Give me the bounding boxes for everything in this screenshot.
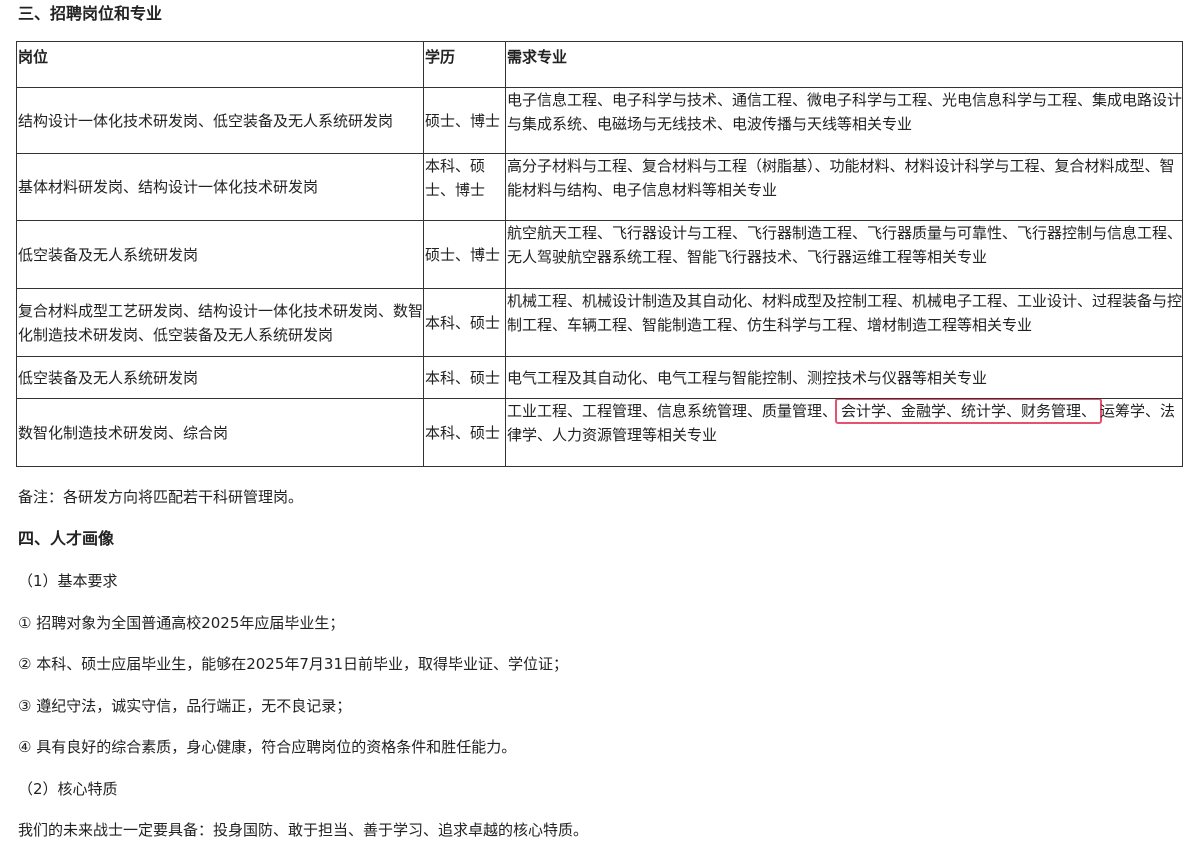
- table-row: 低空装备及无人系统研发岗 硕士、博士 航空航天工程、飞行器设计与工程、飞行器制造…: [16, 220, 1183, 289]
- table-row: 低空装备及无人系统研发岗 本科、硕士 电气工程及其自动化、电气工程与智能控制、测…: [16, 356, 1183, 399]
- cell-majors: 电子信息工程、电子科学与技术、通信工程、微电子科学与工程、光电信息科学与工程、集…: [505, 87, 1183, 154]
- cell-position: 复合材料成型工艺研发岗、结构设计一体化技术研发岗、数智化制造技术研发岗、低空装备…: [16, 288, 424, 357]
- cell-position: 数智化制造技术研发岗、综合岗: [16, 398, 424, 467]
- cell-majors: 高分子材料与工程、复合材料与工程（树脂基）、功能材料、材料设计科学与工程、复合材…: [505, 153, 1183, 221]
- cell-position: 基体材料研发岗、结构设计一体化技术研发岗: [16, 153, 424, 221]
- cell-majors: 电气工程及其自动化、电气工程与智能控制、测控技术与仪器等相关专业: [505, 356, 1183, 399]
- majors-text: 工业工程、工程管理、信息系统管理、质量管理、: [507, 402, 838, 420]
- header-education: 学历: [423, 41, 506, 88]
- core-traits-title: （2）核心特质: [18, 780, 118, 798]
- requirement-item: ④ 具有良好的综合素质，身心健康，符合应聘岗位的资格条件和胜任能力。: [18, 738, 517, 756]
- cell-education: 本科、硕士: [423, 398, 506, 467]
- highlighted-majors: 会计学、金融学、统计学、财务管理、: [835, 399, 1103, 424]
- cell-education: 本科、硕士、博士: [423, 153, 506, 221]
- table-row: 数智化制造技术研发岗、综合岗 本科、硕士 工业工程、工程管理、信息系统管理、质量…: [16, 398, 1183, 467]
- cell-majors: 工业工程、工程管理、信息系统管理、质量管理、 会计学、金融学、统计学、财务管理、运…: [505, 398, 1183, 467]
- header-position: 岗位: [16, 41, 424, 88]
- cell-position: 低空装备及无人系统研发岗: [16, 220, 424, 289]
- core-traits-text: 我们的未来战士一定要具备：投身国防、敢于担当、善于学习、追求卓越的核心特质。: [18, 821, 589, 839]
- section-3-heading: 三、招聘岗位和专业: [18, 4, 163, 23]
- requirement-item: ② 本科、硕士应届毕业生，能够在2025年7月31日前毕业，取得毕业证、学位证；: [18, 655, 569, 673]
- recruitment-table: 岗位 学历 需求专业 结构设计一体化技术研发岗、低空装备及无人系统研发岗 硕士、…: [16, 41, 1183, 467]
- cell-education: 本科、硕士: [423, 288, 506, 357]
- cell-majors: 机械工程、机械设计制造及其自动化、材料成型及控制工程、机械电子工程、工业设计、过…: [505, 288, 1183, 357]
- table-row: 基体材料研发岗、结构设计一体化技术研发岗 本科、硕士、博士 高分子材料与工程、复…: [16, 153, 1183, 221]
- cell-position: 低空装备及无人系统研发岗: [16, 356, 424, 399]
- requirement-item: ① 招聘对象为全国普通高校2025年应届毕业生；: [18, 614, 345, 632]
- requirement-item: ③ 遵纪守法，诚实守信，品行端正，无不良记录；: [18, 697, 352, 715]
- table-note: 备注：各研发方向将匹配若干科研管理岗。: [18, 488, 304, 506]
- header-majors: 需求专业: [505, 41, 1183, 88]
- section-4-heading: 四、人才画像: [18, 529, 115, 548]
- cell-position: 结构设计一体化技术研发岗、低空装备及无人系统研发岗: [16, 87, 424, 154]
- table-row: 结构设计一体化技术研发岗、低空装备及无人系统研发岗 硕士、博士 电子信息工程、电…: [16, 87, 1183, 154]
- table-row: 复合材料成型工艺研发岗、结构设计一体化技术研发岗、数智化制造技术研发岗、低空装备…: [16, 288, 1183, 357]
- cell-education: 硕士、博士: [423, 87, 506, 154]
- cell-education: 本科、硕士: [423, 356, 506, 399]
- cell-education: 硕士、博士: [423, 220, 506, 289]
- article-page: 三、招聘岗位和专业 岗位 学历 需求专业 结构设计一体化技术研发岗、低空装备及无…: [0, 0, 1186, 843]
- cell-majors: 航空航天工程、飞行器设计与工程、飞行器制造工程、飞行器质量与可靠性、飞行器控制与…: [505, 220, 1183, 289]
- table-header-row: 岗位 学历 需求专业: [16, 41, 1183, 88]
- basic-requirements-title: （1）基本要求: [18, 572, 118, 590]
